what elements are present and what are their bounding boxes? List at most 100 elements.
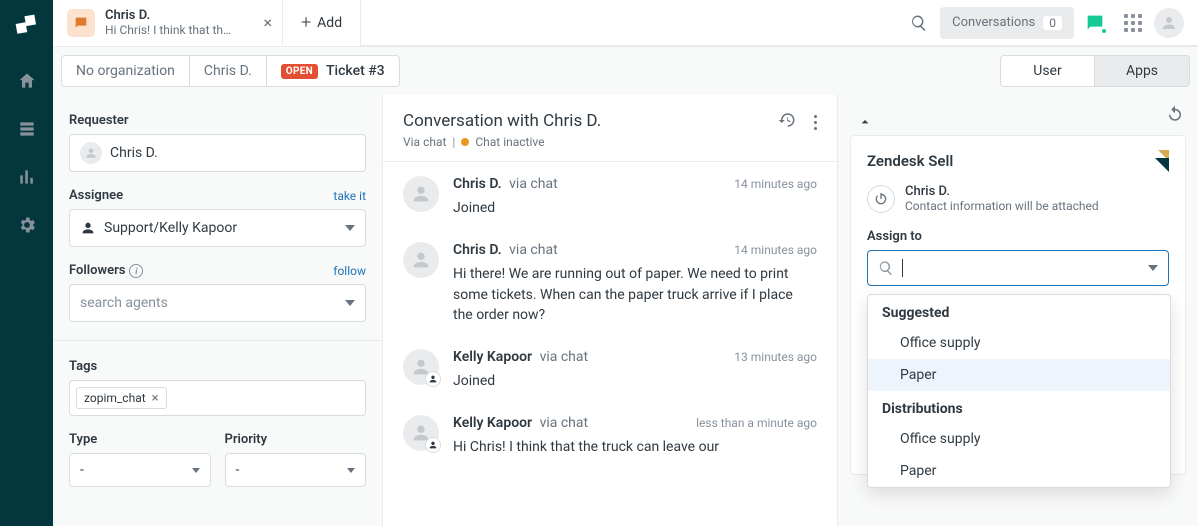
crumb-ticket[interactable]: OPEN Ticket #3 [267, 55, 400, 87]
context-bar: No organization Chris D. OPEN Ticket #3 … [53, 47, 1198, 95]
message-body: Joined [453, 371, 813, 391]
message-author: Kelly Kapoor [453, 349, 532, 365]
tags-label: Tags [69, 359, 366, 374]
rail-settings-icon[interactable] [16, 214, 38, 236]
rail-home-icon[interactable] [16, 70, 38, 92]
message-time: 14 minutes ago [734, 177, 817, 191]
ticket-details-panel: Requester Chris D. Assignee take it Supp… [53, 95, 383, 526]
assign-to-label: Assign to [851, 223, 1185, 250]
conversations-count: 0 [1043, 16, 1062, 30]
requester-value: Chris D. [110, 145, 158, 161]
conversation-status: Chat inactive [475, 135, 544, 149]
collapse-icon[interactable] [857, 114, 873, 134]
add-tab-button[interactable]: + Add [283, 0, 361, 46]
history-icon[interactable] [778, 111, 796, 133]
tag-chip[interactable]: zopim_chat × [76, 387, 167, 409]
followers-input[interactable]: search agents [69, 284, 366, 322]
apps-panel: Zendesk Sell Chris D. Contact informatio… [838, 95, 1198, 526]
ticket-title: Ticket #3 [326, 63, 385, 79]
plus-icon: + [301, 14, 311, 32]
conversation-title: Conversation with Chris D. [403, 111, 601, 131]
conversation-panel: Conversation with Chris D. Via chat | Ch… [383, 95, 838, 526]
menu-option[interactable]: Paper [868, 455, 1170, 487]
chat-status-icon[interactable] [1078, 6, 1112, 40]
info-icon[interactable]: i [129, 264, 143, 278]
refresh-icon[interactable] [1166, 105, 1184, 127]
assignee-select[interactable]: Support/Kelly Kapoor [69, 209, 366, 247]
search-icon [878, 260, 894, 276]
conversations-label: Conversations [952, 15, 1035, 30]
requester-field[interactable]: Chris D. [69, 134, 366, 172]
message-time: 13 minutes ago [734, 350, 817, 364]
priority-value: - [236, 462, 240, 478]
chevron-down-icon [1148, 265, 1158, 271]
status-badge-open: OPEN [281, 64, 318, 79]
assignee-value: Support/Kelly Kapoor [104, 220, 237, 236]
type-label: Type [69, 432, 211, 447]
priority-label: Priority [225, 432, 367, 447]
tab-chat-icon [67, 9, 95, 37]
message-via: via chat [509, 176, 558, 192]
power-icon [867, 185, 895, 213]
message-via: via chat [509, 242, 558, 258]
assign-to-combobox[interactable] [867, 250, 1169, 286]
tags-field[interactable]: zopim_chat × [69, 380, 366, 416]
priority-select[interactable]: - [225, 453, 367, 487]
agent-badge-icon [425, 437, 441, 453]
message-author: Kelly Kapoor [453, 415, 532, 431]
followers-label: Followersi [69, 263, 143, 278]
conversations-pill[interactable]: Conversations 0 [940, 7, 1074, 39]
workspace-tab[interactable]: Chris D. Hi Chris! I think that th… × [53, 0, 283, 46]
crumb-org[interactable]: No organization [61, 55, 190, 87]
tab-title: Chris D. [105, 8, 231, 24]
crumb-requester[interactable]: Chris D. [190, 55, 267, 87]
workspace-body: Requester Chris D. Assignee take it Supp… [53, 95, 1198, 526]
follow-link[interactable]: follow [333, 264, 366, 278]
menu-option[interactable]: Office supply [868, 423, 1170, 455]
brand-logo-icon [14, 12, 39, 37]
assign-dropdown-menu: Suggested Office supply Paper Distributi… [867, 294, 1171, 488]
rail-reports-icon[interactable] [16, 166, 38, 188]
apps-grid-icon[interactable] [1116, 6, 1150, 40]
message-via: via chat [540, 349, 589, 365]
menu-group-label: Suggested [868, 295, 1170, 327]
tab-apps[interactable]: Apps [1095, 55, 1190, 87]
message-item: Chris D. via chat 14 minutes ago Joined [383, 162, 837, 228]
tag-remove-icon[interactable]: × [152, 392, 159, 405]
message-time: 14 minutes ago [734, 243, 817, 257]
tab-subtitle: Hi Chris! I think that th… [105, 23, 231, 37]
message-item: Kelly Kapoor via chat less than a minute… [383, 401, 837, 467]
add-tab-label: Add [317, 15, 342, 31]
avatar [403, 176, 439, 212]
overflow-menu-icon[interactable] [814, 115, 817, 130]
menu-option[interactable]: Office supply [868, 327, 1170, 359]
requester-label: Requester [69, 113, 366, 128]
tab-close-icon[interactable]: × [263, 15, 272, 31]
contact-subtext: Contact information will be attached [905, 199, 1099, 213]
message-body: Joined [453, 198, 813, 218]
contact-name: Chris D. [905, 184, 1099, 199]
profile-avatar[interactable] [1154, 8, 1184, 38]
followers-placeholder: search agents [80, 295, 168, 311]
breadcrumb: No organization Chris D. OPEN Ticket #3 [61, 55, 400, 87]
person-icon [80, 220, 96, 236]
tab-user[interactable]: User [1000, 55, 1095, 87]
conversation-header: Conversation with Chris D. Via chat | Ch… [383, 95, 837, 162]
left-rail [0, 0, 53, 526]
type-value: - [80, 462, 84, 478]
person-icon [80, 142, 102, 164]
search-icon[interactable] [902, 6, 936, 40]
type-select[interactable]: - [69, 453, 211, 487]
message-item: Chris D. via chat 14 minutes ago Hi ther… [383, 228, 837, 335]
agent-badge-icon [425, 371, 441, 387]
message-body: Hi Chris! I think that the truck can lea… [453, 437, 813, 457]
message-via: via chat [540, 415, 589, 431]
avatar [403, 242, 439, 278]
conversation-via: Via chat [403, 135, 446, 149]
take-it-link[interactable]: take it [333, 189, 366, 203]
online-dot-icon [1100, 27, 1108, 35]
rail-views-icon[interactable] [16, 118, 38, 140]
menu-option[interactable]: Paper [868, 359, 1170, 391]
status-dot-icon [461, 138, 469, 146]
message-item: Kelly Kapoor via chat 13 minutes ago Joi… [383, 335, 837, 401]
